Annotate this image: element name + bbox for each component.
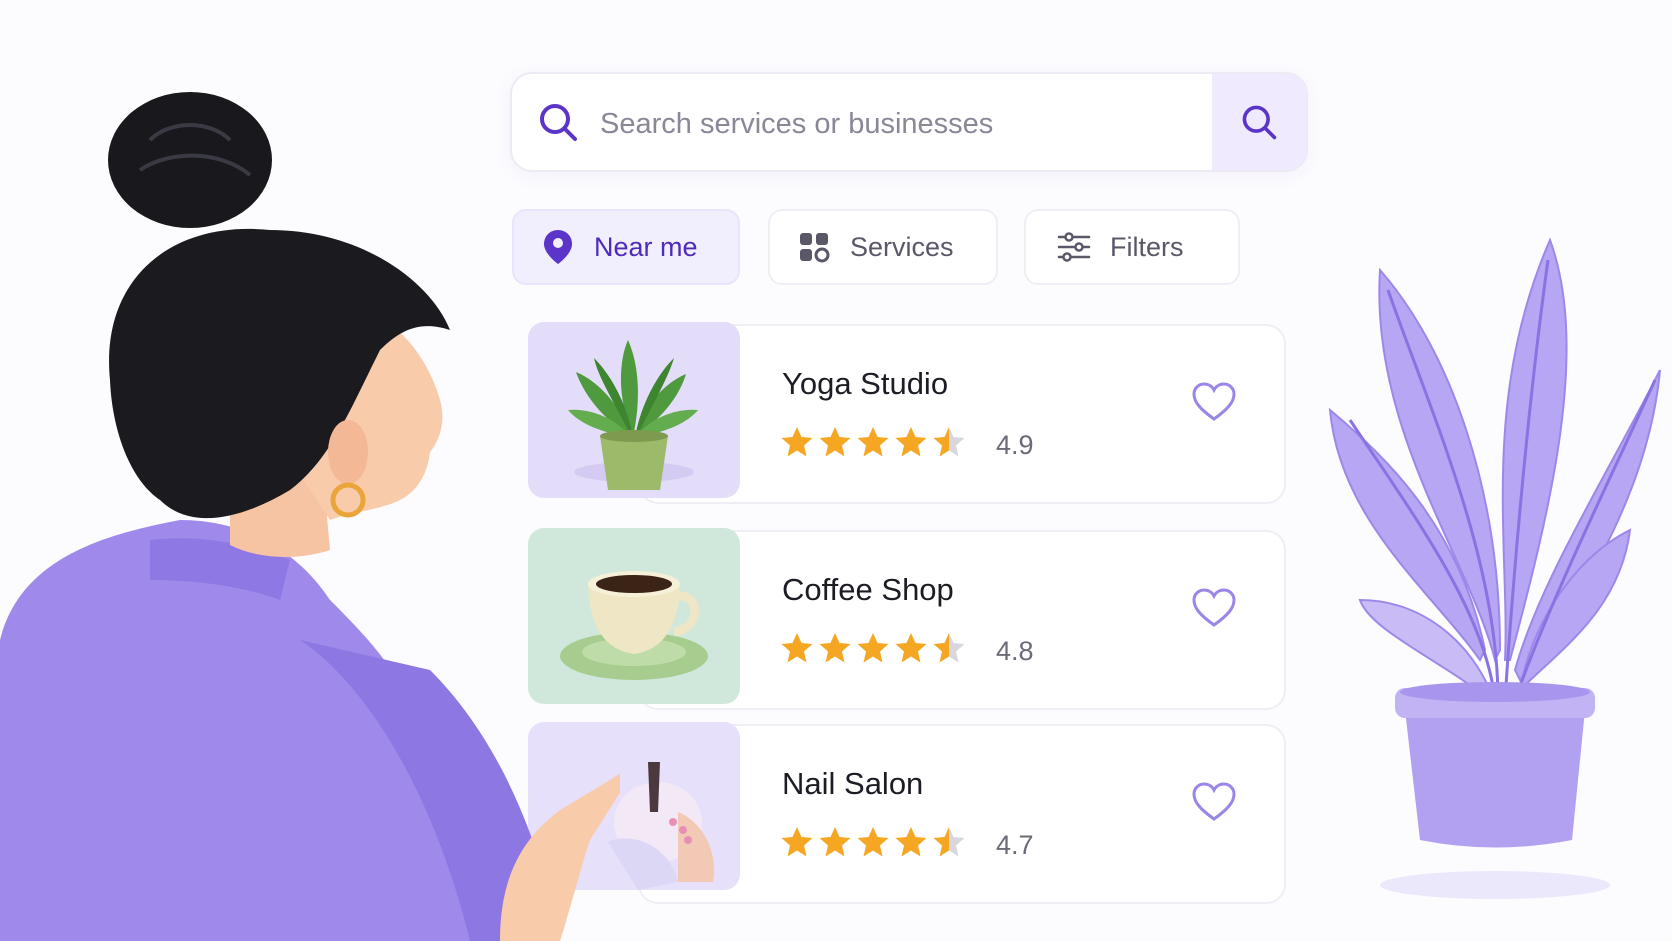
star-full-icon <box>895 427 927 457</box>
star-half-icon <box>933 827 965 857</box>
chip-label: Filters <box>1110 231 1184 262</box>
star-full-icon <box>781 427 813 457</box>
heart-icon[interactable] <box>1192 382 1236 422</box>
listing-card[interactable]: Yoga Studio 4.9 <box>528 322 1288 506</box>
app-scene: Near me Services Filters <box>0 0 1672 941</box>
woman-illustration <box>0 92 620 941</box>
heart-icon[interactable] <box>1192 782 1236 822</box>
rating-value: 4.8 <box>996 636 1034 666</box>
decorative-plant-illustration <box>1328 237 1661 899</box>
star-rating <box>780 426 966 458</box>
star-full-icon <box>819 427 851 457</box>
star-rating <box>780 826 966 858</box>
star-full-icon <box>857 427 889 457</box>
star-full-icon <box>857 827 889 857</box>
chip-filters[interactable]: Filters <box>1024 209 1240 285</box>
rating-value: 4.7 <box>996 830 1034 860</box>
listing-name: Coffee Shop <box>782 572 954 607</box>
rating-value: 4.9 <box>996 430 1034 460</box>
star-rating <box>780 632 966 664</box>
search-button[interactable] <box>1212 74 1306 170</box>
search-icon <box>1242 105 1277 140</box>
listing-card[interactable]: Coffee Shop 4.8 <box>528 528 1288 712</box>
heart-icon[interactable] <box>1192 588 1236 628</box>
listing-name: Nail Salon <box>782 766 924 801</box>
chip-services[interactable]: Services <box>768 209 998 285</box>
star-half-icon <box>933 633 965 663</box>
grid-icon <box>796 229 832 265</box>
star-full-icon <box>895 633 927 663</box>
star-full-icon <box>819 633 851 663</box>
star-full-icon <box>781 827 813 857</box>
search-bar <box>510 72 1308 172</box>
search-input[interactable] <box>598 96 1182 152</box>
chip-label: Services <box>850 231 954 262</box>
sliders-icon <box>1056 229 1092 265</box>
star-full-icon <box>781 633 813 663</box>
star-full-icon <box>819 827 851 857</box>
listing-name: Yoga Studio <box>782 366 949 401</box>
star-full-icon <box>857 633 889 663</box>
listing-card[interactable]: Nail Salon 4.7 <box>528 722 1288 906</box>
star-half-icon <box>933 427 965 457</box>
star-full-icon <box>895 827 927 857</box>
